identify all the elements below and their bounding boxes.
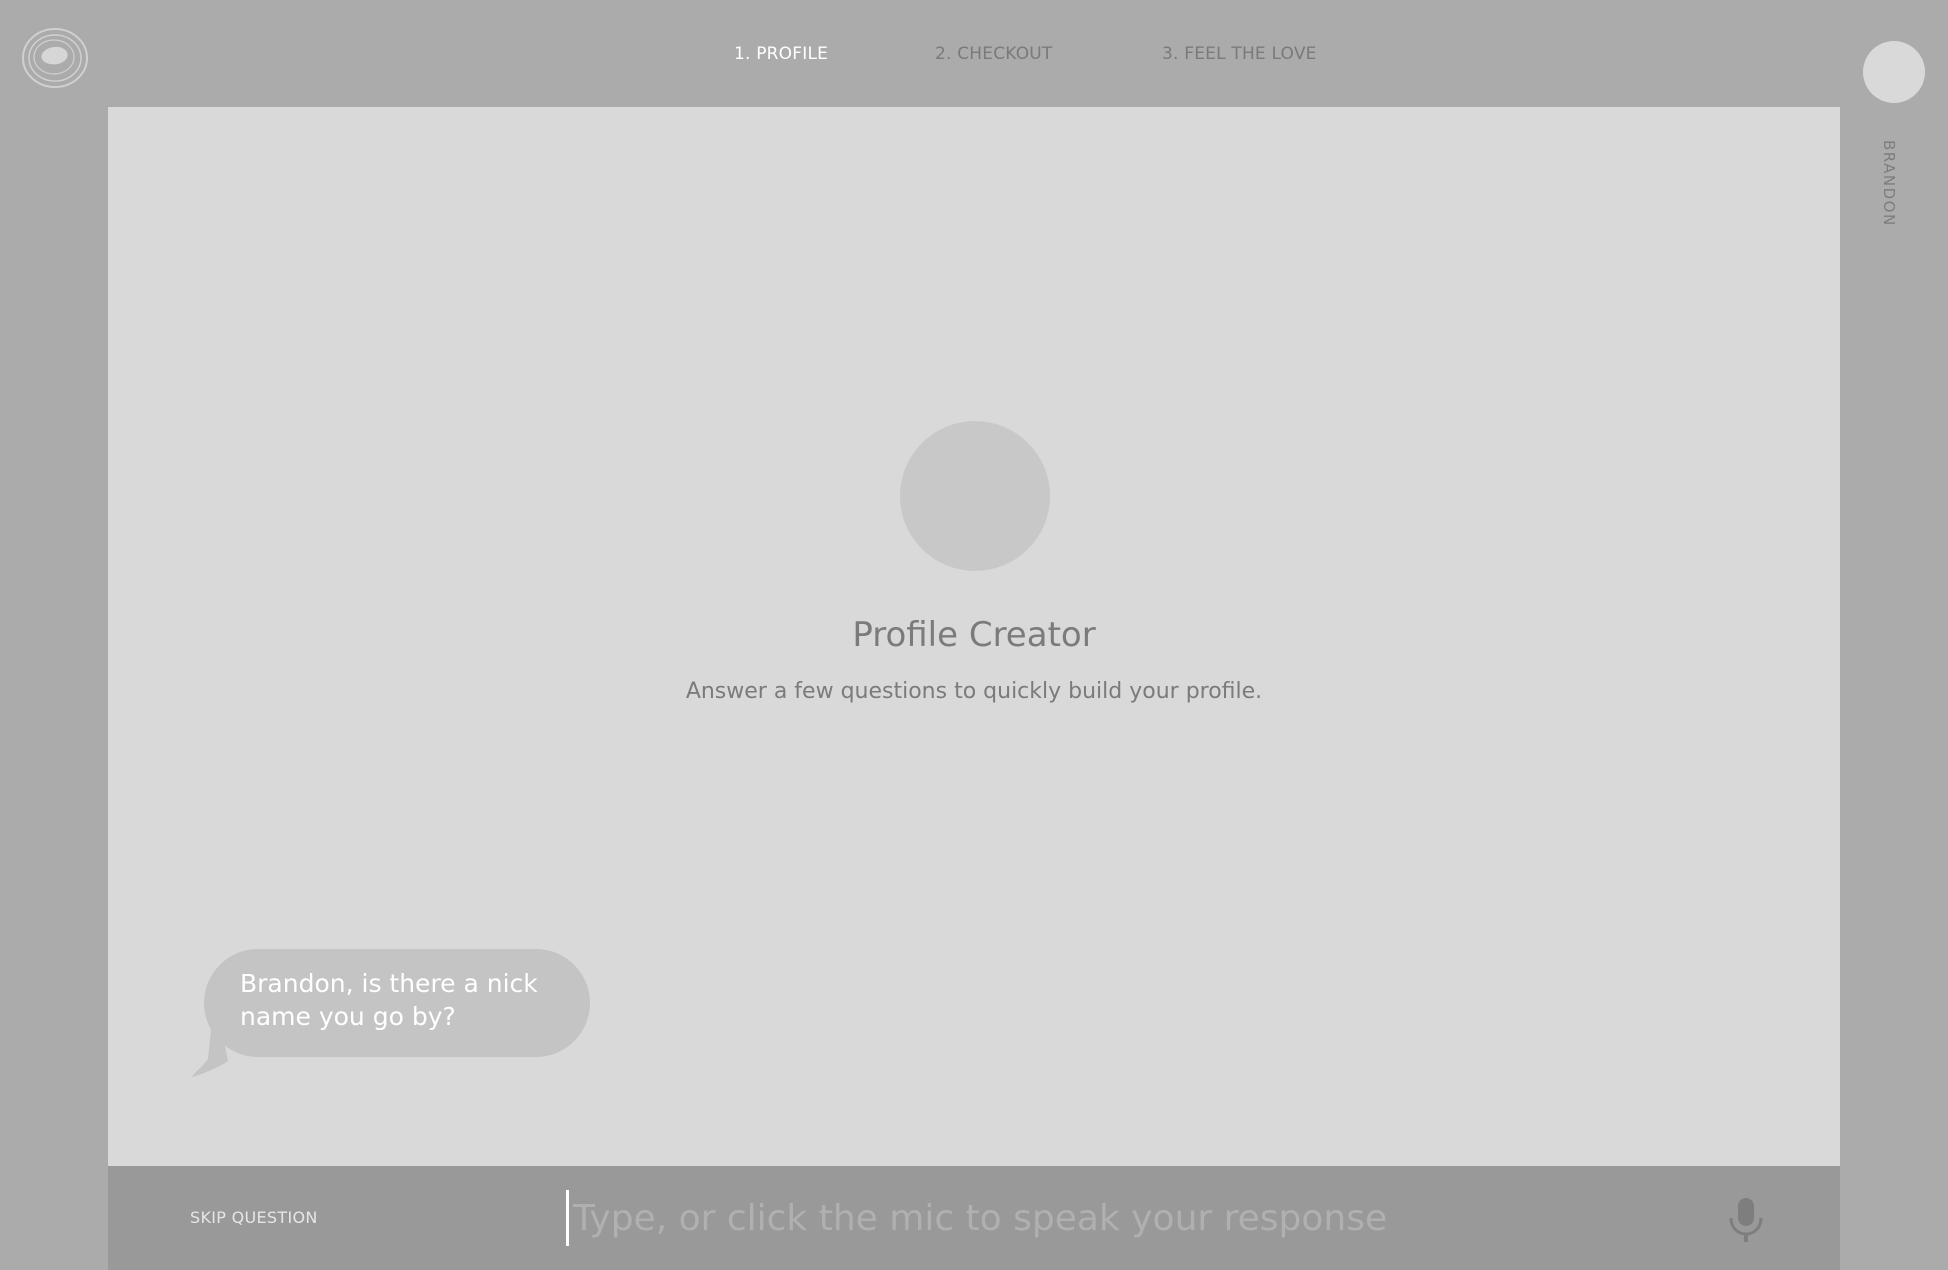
page-subtitle: Answer a few questions to quickly build … (685, 679, 1263, 704)
question-bubble: Brandon, is there a nick name you go by? (192, 949, 612, 1089)
step-feel-the-love[interactable]: 3. FEEL THE LOVE (1162, 44, 1317, 64)
step-checkout[interactable]: 2. CHECKOUT (935, 44, 1053, 64)
skip-question-button[interactable]: SKIP QUESTION (190, 1208, 318, 1227)
profile-avatar-icon (900, 421, 1050, 571)
microphone-icon[interactable] (1726, 1196, 1766, 1244)
user-avatar-icon[interactable] (1863, 41, 1925, 103)
step-profile[interactable]: 1. PROFILE (734, 44, 828, 64)
user-name-label: BRANDON (1880, 140, 1898, 227)
question-text: Brandon, is there a nick name you go by? (204, 949, 590, 1057)
app-root: 1. PROFILE 2. CHECKOUT 3. FEEL THE LOVE … (0, 0, 1948, 1270)
response-bar: SKIP QUESTION (108, 1166, 1840, 1270)
page-title: Profile Creator (852, 615, 1096, 655)
profile-creator-panel: Profile Creator Answer a few questions t… (108, 107, 1840, 1167)
response-input[interactable] (566, 1190, 1666, 1246)
checkout-steps-nav: 1. PROFILE 2. CHECKOUT 3. FEEL THE LOVE (0, 44, 1948, 66)
